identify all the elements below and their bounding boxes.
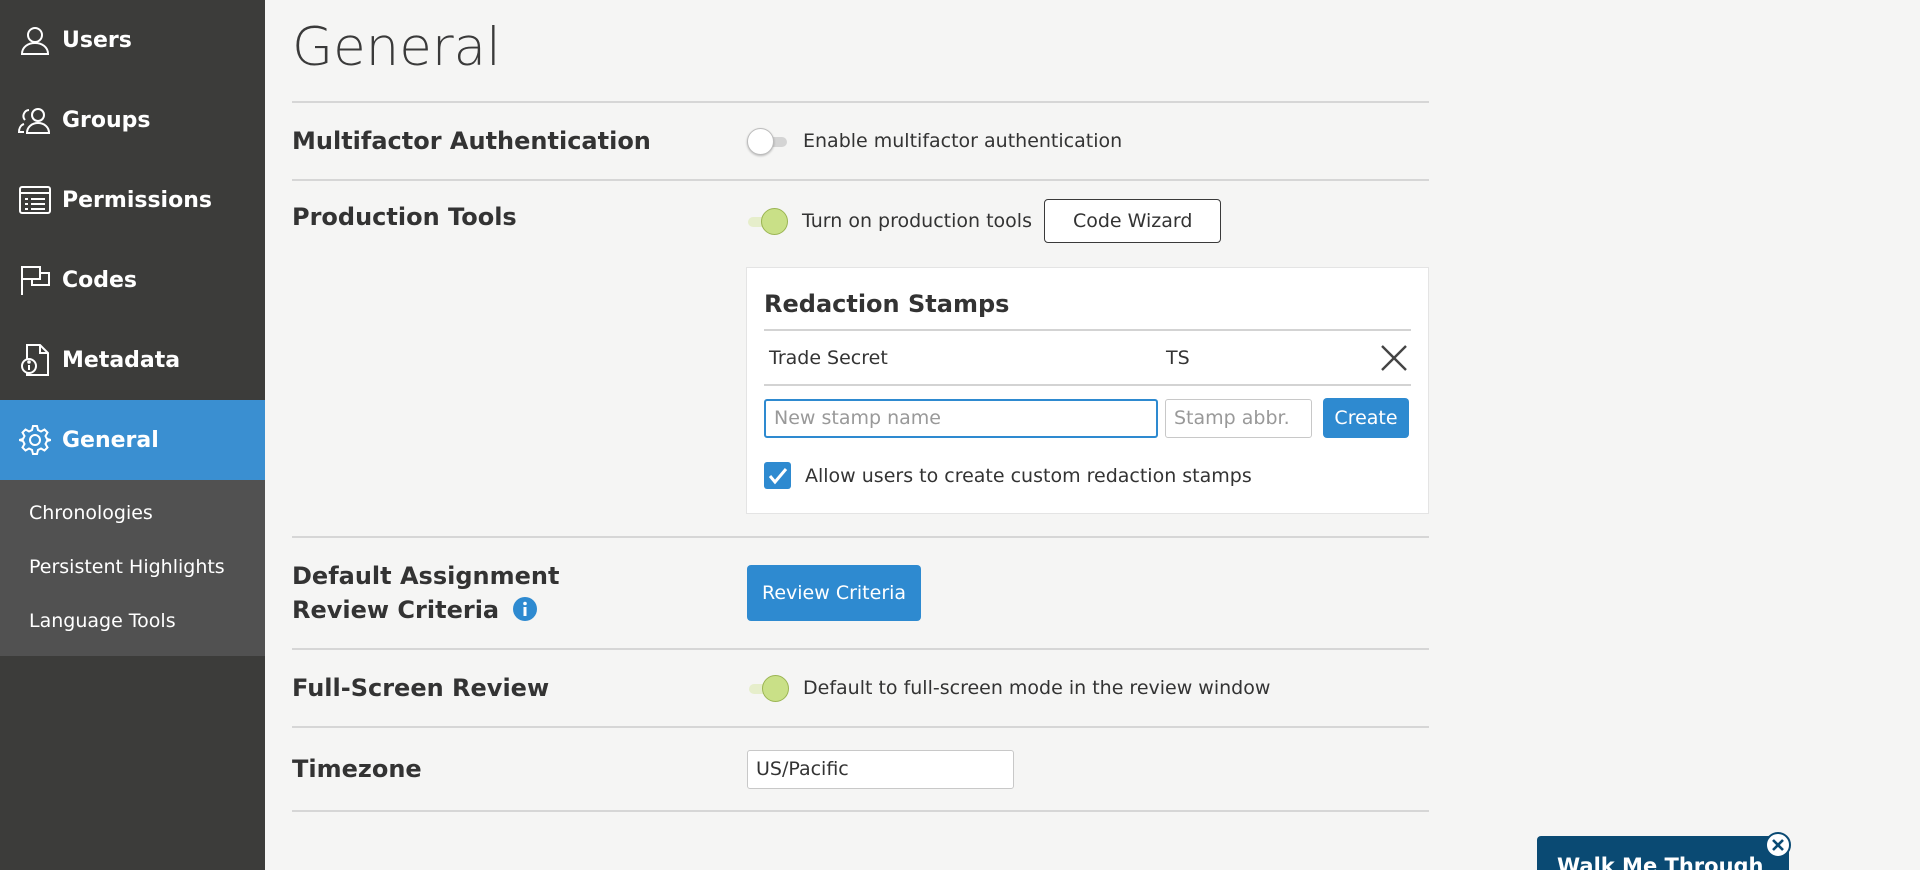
close-icon[interactable] xyxy=(1379,343,1409,373)
sidebar-item-users[interactable]: Users xyxy=(0,0,265,80)
create-stamp-button[interactable]: Create xyxy=(1323,398,1409,438)
redaction-stamps-card: Redaction Stamps Trade Secret TS Create xyxy=(746,267,1429,514)
review-criteria-label-line1: Default Assignment xyxy=(292,562,560,590)
review-criteria-button[interactable]: Review Criteria xyxy=(747,565,922,621)
production-section: Production Tools Turn on production tool… xyxy=(292,181,1429,538)
info-icon[interactable] xyxy=(513,597,538,621)
sidebar-item-permissions[interactable]: Permissions xyxy=(0,160,265,240)
sidebar-item-metadata[interactable]: Metadata xyxy=(0,320,265,400)
sidebar-subitem-chronologies[interactable]: Chronologies xyxy=(0,486,265,540)
fullscreen-toggle-row: Default to full-screen mode in the revie… xyxy=(747,674,1429,702)
stamp-abbr: TS xyxy=(1166,346,1190,369)
review-criteria-body: Review Criteria xyxy=(747,565,1429,621)
allow-custom-stamps-label: Allow users to create custom redaction s… xyxy=(805,464,1252,487)
main-content: General Multifactor Authentication Enabl… xyxy=(292,0,1429,812)
production-toggle[interactable] xyxy=(746,207,788,235)
new-stamp-name-input[interactable] xyxy=(764,398,1158,438)
stamp-row: Trade Secret TS xyxy=(764,331,1411,386)
page-title: General xyxy=(292,0,1429,103)
user-icon xyxy=(18,23,52,57)
mfa-toggle[interactable] xyxy=(747,127,789,155)
file-info-icon xyxy=(18,343,52,377)
fullscreen-toggle[interactable] xyxy=(747,674,789,702)
close-icon[interactable] xyxy=(1765,832,1791,858)
production-toggle-label: Turn on production tools xyxy=(802,210,1032,232)
sidebar-subnav: Chronologies Persistent Highlights Langu… xyxy=(0,480,265,656)
sidebar-item-label: Metadata xyxy=(62,347,181,373)
sidebar-item-groups[interactable]: Groups xyxy=(0,80,265,160)
sidebar-item-codes[interactable]: Codes xyxy=(0,240,265,320)
mfa-section: Multifactor Authentication Enable multif… xyxy=(292,103,1429,181)
mfa-toggle-row: Enable multifactor authentication xyxy=(747,127,1429,155)
timezone-label: Timezone xyxy=(292,755,422,783)
sidebar-item-general[interactable]: General xyxy=(0,400,265,480)
production-toggle-row: Turn on production tools Code Wizard xyxy=(746,199,1429,243)
code-wizard-button[interactable]: Code Wizard xyxy=(1043,199,1222,243)
sidebar-item-label: Groups xyxy=(62,107,151,133)
sidebar-item-label: Users xyxy=(62,27,132,53)
flag-icon xyxy=(18,263,52,297)
gear-icon xyxy=(18,423,52,457)
fullscreen-section: Full-Screen Review Default to full-scree… xyxy=(292,650,1429,728)
walk-me-through-label: Walk Me Through xyxy=(1557,854,1764,870)
review-criteria-section: Default Assignment Review Criteria Revie… xyxy=(292,538,1429,650)
create-stamp-row: Create xyxy=(764,398,1411,438)
redaction-stamps-title: Redaction Stamps xyxy=(764,268,1411,331)
sidebar-subitem-persistent-highlights[interactable]: Persistent Highlights xyxy=(0,540,265,594)
timezone-section: Timezone xyxy=(292,728,1429,812)
fullscreen-label: Full-Screen Review xyxy=(292,674,550,702)
walk-me-through-button[interactable]: Walk Me Through xyxy=(1537,836,1789,870)
mfa-body: Enable multifactor authentication xyxy=(747,127,1429,155)
stamp-name: Trade Secret xyxy=(769,346,888,369)
sidebar: Users Groups Permissions Codes Metadata … xyxy=(0,0,265,870)
mfa-toggle-label: Enable multifactor authentication xyxy=(803,130,1123,152)
review-criteria-label: Default Assignment Review Criteria xyxy=(292,559,747,627)
production-label: Production Tools xyxy=(292,203,517,231)
users-icon xyxy=(18,103,52,137)
sidebar-item-label: General xyxy=(62,427,159,453)
sidebar-item-label: Permissions xyxy=(62,187,212,213)
production-body: Turn on production tools Code Wizard Red… xyxy=(746,199,1429,536)
sidebar-item-label: Codes xyxy=(62,267,138,293)
stamp-abbr-input[interactable] xyxy=(1165,398,1312,438)
allow-custom-stamps-row: Allow users to create custom redaction s… xyxy=(764,462,1411,489)
fullscreen-toggle-label: Default to full-screen mode in the revie… xyxy=(803,677,1271,699)
fullscreen-body: Default to full-screen mode in the revie… xyxy=(747,674,1429,702)
list-icon xyxy=(18,183,52,217)
timezone-input[interactable] xyxy=(747,749,1014,789)
review-criteria-label-line2: Review Criteria xyxy=(292,596,500,624)
sidebar-subitem-language-tools[interactable]: Language Tools xyxy=(0,594,265,648)
timezone-body xyxy=(747,749,1429,789)
allow-custom-stamps-checkbox[interactable] xyxy=(764,462,791,489)
mfa-label: Multifactor Authentication xyxy=(292,127,651,155)
